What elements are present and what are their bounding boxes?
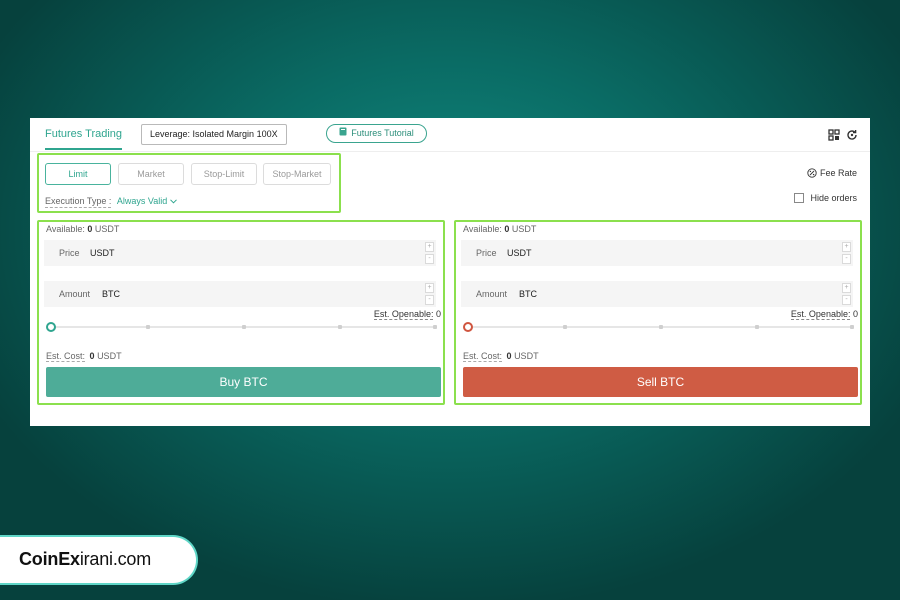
layout-grid-icon[interactable]: [828, 128, 840, 141]
buy-price-unit: USDT: [90, 248, 115, 258]
buy-amount-increment-button[interactable]: +: [425, 283, 434, 293]
sell-available-label: Available:: [463, 224, 502, 234]
buy-slider-tick[interactable]: [433, 325, 437, 329]
futures-tutorial-label: Futures Tutorial: [351, 128, 414, 138]
sell-est-cost-value: 0: [506, 351, 512, 361]
sell-order-form: Available: 0 USDT Price USDT + - Amount …: [454, 220, 862, 405]
book-icon: [339, 125, 347, 142]
buy-available: Available: 0 USDT: [46, 224, 119, 234]
top-bar: Futures Trading Leverage: Isolated Margi…: [30, 118, 870, 152]
order-type-market[interactable]: Market: [118, 163, 184, 185]
brand-name-bold: CoinEx: [19, 549, 80, 569]
sell-est-openable: Est. Openable: 0: [790, 309, 858, 320]
sell-amount-input[interactable]: Amount BTC + -: [461, 281, 853, 307]
sell-amount-decrement-button[interactable]: -: [842, 295, 851, 305]
buy-est-openable-value: 0: [435, 309, 441, 319]
sell-price-decrement-button[interactable]: -: [842, 254, 851, 264]
buy-order-form: Available: 0 USDT Price USDT + - Amount …: [37, 220, 445, 405]
sell-amount-increment-button[interactable]: +: [842, 283, 851, 293]
buy-amount-unit: BTC: [102, 289, 120, 299]
execution-type-label: Execution Type :: [45, 196, 112, 208]
sell-price-unit: USDT: [507, 248, 532, 258]
buy-est-cost: Est. Cost: 0 USDT: [46, 351, 122, 362]
brand-domain: irani.com: [79, 549, 152, 569]
sell-amount-unit: BTC: [519, 289, 537, 299]
sell-est-openable-label: Est. Openable:: [790, 309, 851, 320]
sell-slider-tick[interactable]: [850, 325, 854, 329]
sell-slider-handle[interactable]: [463, 322, 473, 332]
sell-available-value: 0: [504, 224, 510, 234]
buy-available-value: 0: [87, 224, 93, 234]
sell-available-unit: USDT: [511, 224, 537, 234]
order-type-stop-market[interactable]: Stop-Market: [263, 163, 331, 185]
sell-slider-tick[interactable]: [755, 325, 759, 329]
tab-futures-trading[interactable]: Futures Trading: [45, 128, 123, 150]
buy-slider-handle[interactable]: [46, 322, 56, 332]
futures-tutorial-button[interactable]: Futures Tutorial: [326, 124, 427, 143]
buy-price-increment-button[interactable]: +: [425, 242, 434, 252]
order-type-limit[interactable]: Limit: [45, 163, 111, 185]
sell-est-cost-label: Est. Cost:: [463, 351, 503, 362]
buy-est-openable-label: Est. Openable:: [373, 309, 434, 320]
chevron-down-icon: [169, 196, 177, 206]
coinexirani-brand-badge: CoinExirani.com: [0, 537, 196, 583]
sell-available: Available: 0 USDT: [463, 224, 536, 234]
brand-logo-text: CoinExirani.com: [19, 549, 151, 570]
sell-slider-tick[interactable]: [659, 325, 663, 329]
buy-btc-button[interactable]: Buy BTC: [46, 367, 441, 397]
buy-price-decrement-button[interactable]: -: [425, 254, 434, 264]
execution-type-dropdown[interactable]: Always Valid: [117, 196, 177, 206]
order-type-stop-limit[interactable]: Stop-Limit: [191, 163, 257, 185]
buy-amount-decrement-button[interactable]: -: [425, 295, 434, 305]
execution-type-row: Execution Type : Always Valid: [45, 196, 177, 208]
fee-rate-label: Fee Rate: [819, 168, 857, 178]
sell-btc-button[interactable]: Sell BTC: [463, 367, 858, 397]
fee-rate-link[interactable]: Fee Rate: [807, 167, 857, 178]
sell-price-input[interactable]: Price USDT + -: [461, 240, 853, 266]
hide-orders-toggle[interactable]: Hide orders: [794, 192, 857, 203]
buy-price-input[interactable]: Price USDT + -: [44, 240, 436, 266]
buy-est-cost-unit: USDT: [97, 351, 122, 361]
buy-slider-tick[interactable]: [242, 325, 246, 329]
sell-slider-tick[interactable]: [563, 325, 567, 329]
buy-amount-label: Amount: [59, 289, 91, 299]
sell-amount-label: Amount: [476, 289, 508, 299]
buy-slider-tick[interactable]: [338, 325, 342, 329]
hide-orders-checkbox[interactable]: [794, 192, 805, 203]
buy-est-openable: Est. Openable: 0: [373, 309, 441, 320]
sell-est-openable-value: 0: [852, 309, 858, 319]
sell-est-cost: Est. Cost: 0 USDT: [463, 351, 539, 362]
leverage-button[interactable]: Leverage: Isolated Margin 100X: [141, 124, 287, 145]
buy-available-label: Available:: [46, 224, 85, 234]
execution-type-value: Always Valid: [116, 196, 168, 206]
sell-est-cost-unit: USDT: [514, 351, 539, 361]
futures-trading-panel: Futures Trading Leverage: Isolated Margi…: [30, 118, 870, 426]
buy-slider-tick[interactable]: [146, 325, 150, 329]
refresh-icon[interactable]: [846, 128, 858, 140]
buy-amount-input[interactable]: Amount BTC + -: [44, 281, 436, 307]
buy-est-cost-label: Est. Cost:: [46, 351, 86, 362]
buy-available-unit: USDT: [94, 224, 120, 234]
order-type-selector: Limit Market Stop-Limit Stop-Market Exec…: [37, 153, 341, 213]
buy-price-label: Price: [59, 248, 80, 258]
sell-price-label: Price: [476, 248, 497, 258]
hide-orders-label: Hide orders: [810, 193, 857, 203]
sell-price-increment-button[interactable]: +: [842, 242, 851, 252]
buy-est-cost-value: 0: [89, 351, 95, 361]
fee-rate-icon: [807, 167, 818, 178]
